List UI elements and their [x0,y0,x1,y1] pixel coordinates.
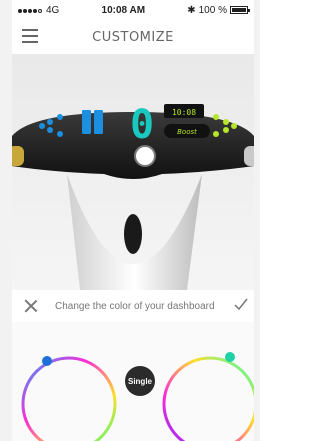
left-grip [12,146,24,166]
left-color-wheel[interactable] [21,356,117,441]
battery-fill [231,8,246,12]
check-icon[interactable] [234,297,248,311]
status-time: 10:08 AM [101,4,146,16]
instruction-text: Change the color of your dashboard [55,301,215,312]
hamburger-icon[interactable] [22,29,38,43]
left-wheel-handle[interactable] [42,356,52,366]
right-frame-strip [254,0,260,441]
nav-bar: CUSTOMIZE [12,20,254,54]
single-mode-button[interactable]: Single [125,366,155,396]
page-title: CUSTOMIZE [92,29,174,45]
scooter-neck-slot [124,214,142,254]
signal-dots-icon [18,5,43,16]
battery-bar-2 [94,110,103,134]
status-right: ✱ 100 % [187,4,250,16]
left-frame-strip [0,0,12,441]
speed-digit: 0 [130,102,154,148]
battery-percent: 100 % [198,4,227,16]
dashboard-clock: 10:08 [172,108,196,117]
center-knob [134,145,156,167]
right-color-wheel[interactable] [162,356,258,441]
close-icon[interactable] [24,299,38,313]
bluetooth-icon: ✱ [187,4,196,16]
status-left: 4G [18,5,59,16]
battery-icon [229,6,250,14]
battery-bar-1 [82,110,91,134]
carrier-label: 4G [46,4,60,16]
right-grip [244,146,254,166]
scooter-illustration: 0 10:08 Boost [12,102,254,290]
right-wheel-handle[interactable] [225,352,235,362]
controls-header: Change the color of your dashboard [12,292,254,322]
dashboard-mode: Boost [177,128,197,136]
status-bar: 4G 10:08 AM ✱ 100 % [12,0,254,20]
scooter-dashboard-image: 0 10:08 Boost [12,54,254,290]
